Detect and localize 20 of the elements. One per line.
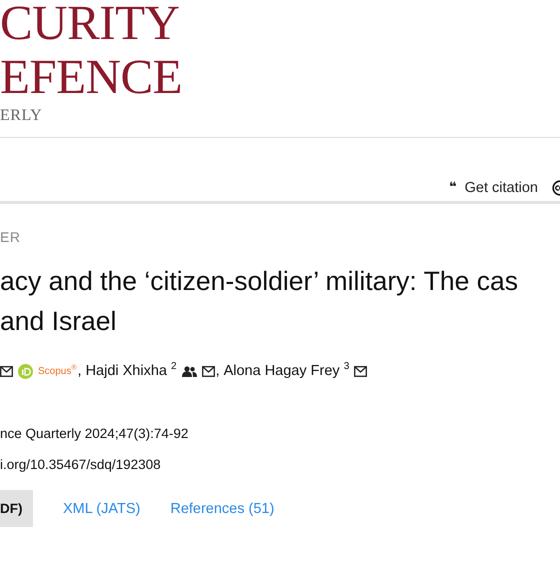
envelope-icon[interactable] <box>354 366 368 376</box>
logo-subtitle: ERLY <box>0 107 42 125</box>
download-link[interactable]: References (51) <box>170 500 274 516</box>
doi-link[interactable]: i.org/10.35467/sdq/192308 <box>0 457 161 472</box>
article-title: acy and the ‘citizen-soldier’ military: The cas <box>0 265 518 298</box>
envelope-icon[interactable] <box>202 366 215 376</box>
envelope-icon[interactable] <box>0 366 13 376</box>
download-link[interactable]: DF) <box>0 490 33 527</box>
logo-text: CURITY <box>0 0 180 47</box>
download-link[interactable]: XML (JATS) <box>63 500 140 516</box>
section-label: ER <box>0 229 20 245</box>
separator-comma: , <box>78 363 82 379</box>
author-name[interactable]: Alona Hagay Frey $^{3}$ <box>224 363 350 379</box>
logo-text: EFENCE <box>0 52 182 101</box>
author-name[interactable]: Hajdi Xhixha $^{2}$ <box>86 363 177 379</box>
people-icon[interactable] <box>182 366 197 376</box>
journal-citation: nce Quarterly 2024;47(3):74-92 <box>0 426 188 441</box>
separator-comma: , <box>216 363 220 379</box>
article-title: and Israel <box>0 305 116 338</box>
get-citation-link[interactable]: ❝ Get citation <box>449 180 538 196</box>
